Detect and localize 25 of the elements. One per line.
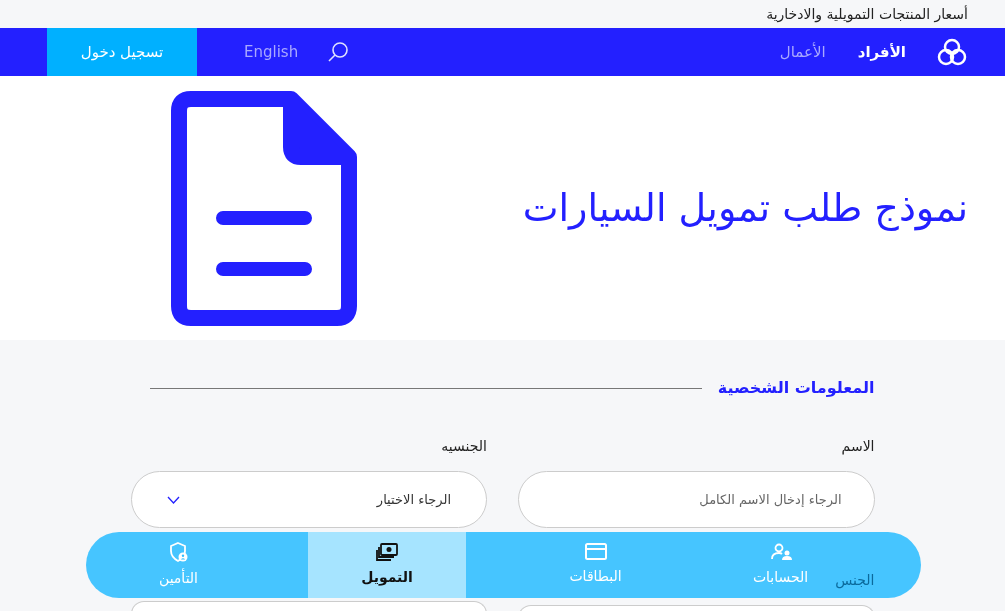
users-icon: [769, 542, 792, 561]
bottom-nav-tab[interactable]: التمويل: [307, 532, 467, 598]
bottom-nav-tab[interactable]: التأمين: [123, 532, 234, 598]
nav-link[interactable]: الأفراد: [857, 40, 906, 64]
nav-link[interactable]: الأعمال: [779, 40, 826, 64]
bottom-nav-tab[interactable]: الحسابات: [725, 532, 836, 598]
dropdown-field[interactable]: الرجاء الاختيار: [130, 471, 487, 528]
text-field[interactable]: الرجاء إدخال الاسم الكامل: [518, 471, 875, 528]
top-link[interactable]: أسعار المنتجات التمويلية والادخارية: [766, 3, 968, 25]
field-label: الاسم: [841, 437, 875, 457]
chevron-down-icon: [166, 495, 180, 504]
document-icon: [171, 90, 357, 326]
text-field[interactable]: [130, 601, 487, 611]
search-icon[interactable]: [328, 41, 351, 63]
logo-icon[interactable]: [936, 37, 968, 67]
money-icon: [376, 542, 399, 561]
bottom-nav-tab[interactable]: البطاقات: [540, 532, 652, 598]
card-icon: [584, 543, 607, 560]
language-link[interactable]: English: [244, 40, 299, 64]
section-title: المعلومات الشخصية: [717, 377, 875, 399]
shield-user-icon: [169, 541, 188, 562]
field-label: الجنسيه: [441, 437, 487, 456]
login-button[interactable]: تسجيل دخول: [47, 28, 197, 76]
field-label: الجنس: [835, 571, 875, 591]
page-title: نموذج طلب تمويل السيارات: [522, 184, 968, 233]
